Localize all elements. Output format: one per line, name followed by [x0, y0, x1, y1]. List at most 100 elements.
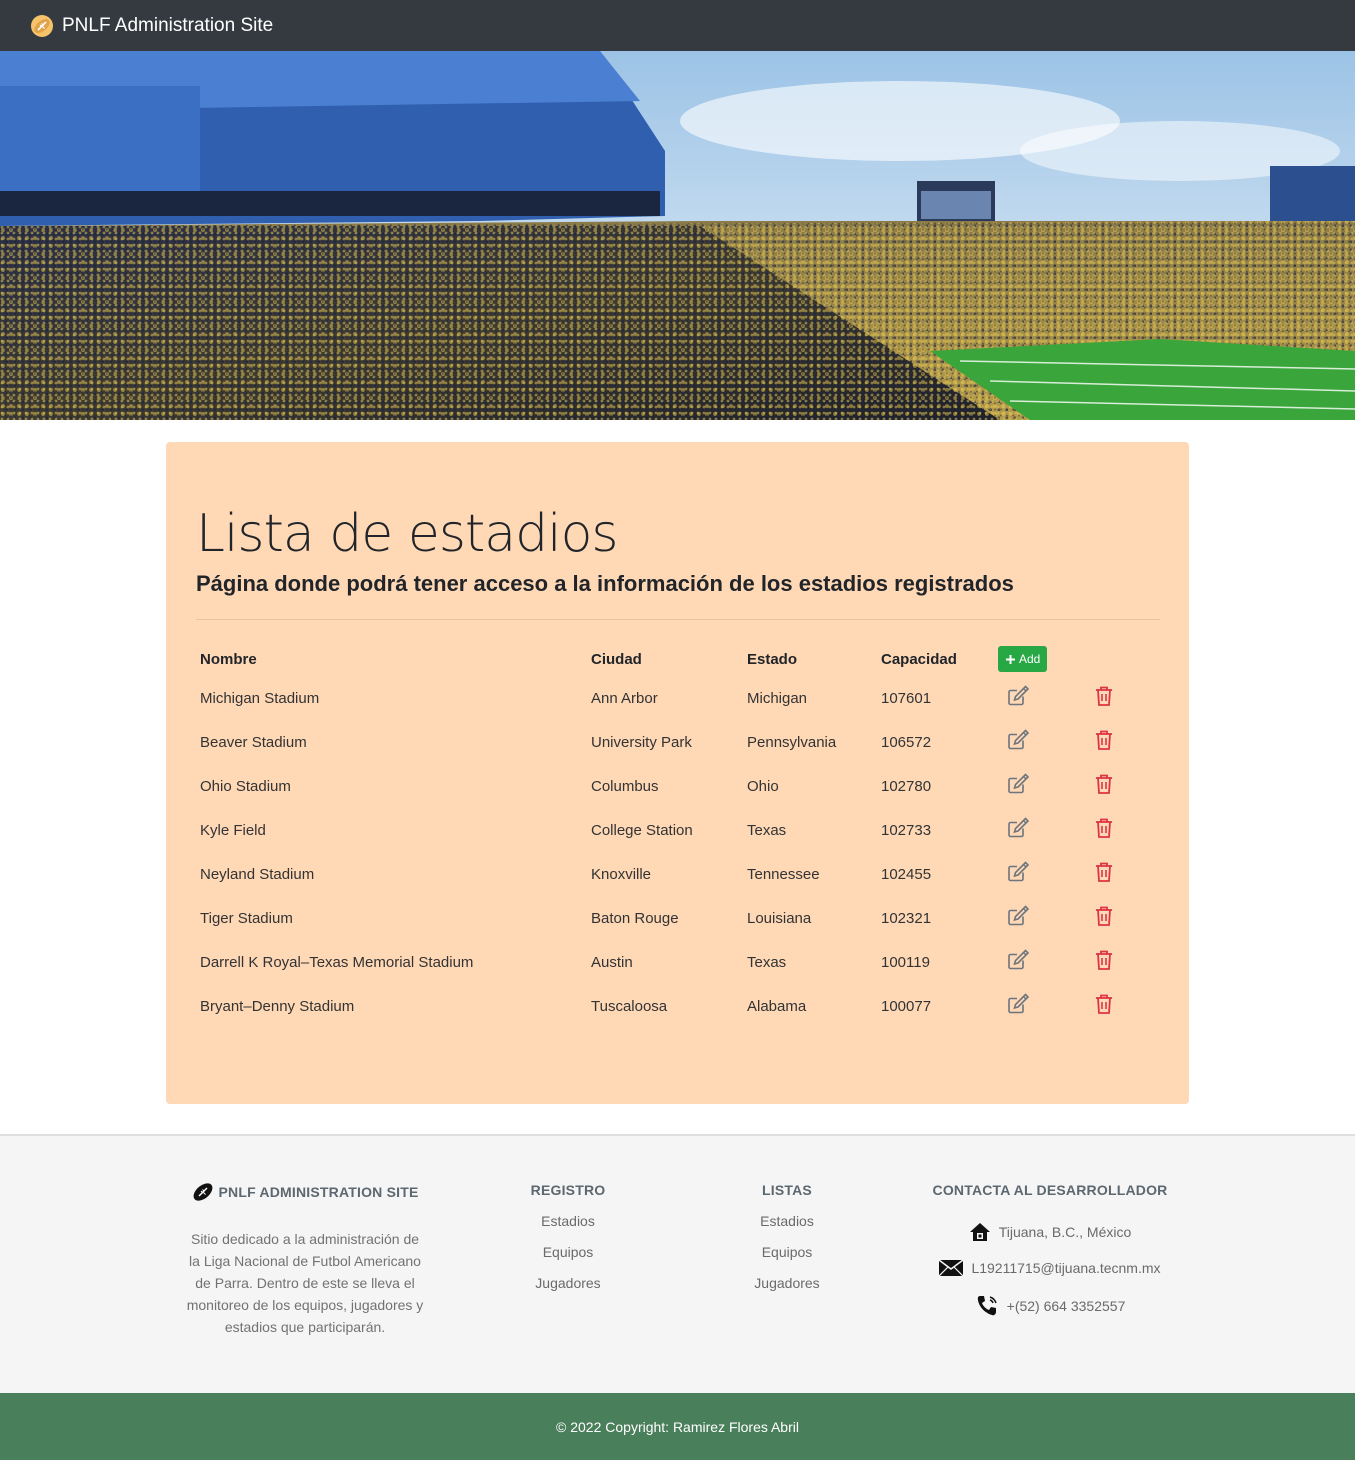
header-add-cell: Add: [994, 642, 1084, 676]
trash-icon[interactable]: [1092, 904, 1116, 928]
contact-email-link[interactable]: L19211715@tijuana.tecnm.mx: [971, 1260, 1160, 1276]
cell-name: Neyland Stadium: [200, 865, 315, 883]
trash-icon[interactable]: [1092, 684, 1116, 708]
trash-icon[interactable]: [1092, 992, 1116, 1016]
hero-banner: [0, 51, 1355, 420]
footer-listas-heading: LISTAS: [762, 1182, 812, 1198]
football-icon: [194, 1183, 213, 1201]
footer-registro-heading: REGISTRO: [530, 1182, 606, 1198]
edit-icon[interactable]: [1006, 948, 1030, 972]
edit-icon[interactable]: [1006, 772, 1030, 796]
edit-icon[interactable]: [1006, 684, 1030, 708]
cell-edit: [994, 676, 1084, 720]
table-row: Ohio Stadium Columbus Ohio 102780: [196, 764, 1144, 808]
cell-delete: [1084, 808, 1144, 852]
page-title: Lista de estadios: [196, 504, 619, 564]
table-row: Neyland Stadium Knoxville Tennessee 102455: [196, 852, 1144, 896]
footer-about-heading-text: PNLF ADMINISTRATION SITE: [218, 1184, 419, 1200]
trash-icon[interactable]: [1092, 860, 1116, 884]
footer-listas-link-equipos[interactable]: Equipos: [727, 1244, 847, 1260]
footer: PNLF ADMINISTRATION SITE Sitio dedicado …: [0, 1134, 1355, 1393]
footer-contact: CONTACTA AL DESARROLLADOR Tijuana, B.C.,…: [920, 1182, 1180, 1318]
cell-edit: [994, 984, 1084, 1028]
edit-icon[interactable]: [1006, 904, 1030, 928]
top-navbar: PNLF Administration Site: [0, 0, 1355, 51]
footer-about-text: Sitio dedicado a la administración de la…: [186, 1231, 424, 1335]
table-row: Tiger Stadium Baton Rouge Louisiana 102321: [196, 896, 1144, 940]
cell-state: Texas: [747, 821, 787, 839]
cell-edit: [994, 896, 1084, 940]
add-stadium-button[interactable]: Add: [998, 646, 1048, 672]
brand-link[interactable]: PNLF Administration Site: [30, 14, 273, 38]
footer-listas-link-estadios[interactable]: Estadios: [727, 1213, 847, 1229]
cell-city: Columbus: [591, 777, 659, 795]
cell-delete: [1084, 764, 1144, 808]
cell-capacity: 106572: [881, 733, 932, 751]
footer-registro-link-estadios[interactable]: Estadios: [508, 1213, 628, 1229]
footer-listas-link-jugadores[interactable]: Jugadores: [727, 1275, 847, 1291]
cell-capacity: 102455: [881, 865, 932, 883]
trash-icon[interactable]: [1092, 816, 1116, 840]
table-row: Beaver Stadium University Park Pennsylvani…: [196, 720, 1144, 764]
footer-about-heading: PNLF ADMINISTRATION SITE: [185, 1180, 425, 1204]
header-city: Ciudad: [591, 650, 642, 668]
table-row: Kyle Field College Station Texas 102733: [196, 808, 1144, 852]
footer-contact-heading: CONTACTA AL DESARROLLADOR: [932, 1182, 1168, 1198]
cell-state: Louisiana: [747, 909, 812, 927]
cell-name: Bryant–Denny Stadium: [200, 997, 355, 1015]
phone-icon: [977, 1296, 997, 1316]
football-icon: [31, 14, 53, 37]
contact-address-text: Tijuana, B.C., México: [998, 1224, 1132, 1240]
edit-icon[interactable]: [1006, 860, 1030, 884]
brand-text: PNLF Administration Site: [62, 14, 274, 36]
cell-delete: [1084, 940, 1144, 984]
page-subtitle: Página donde podrá tener acceso a la inf…: [196, 571, 1014, 596]
header-name: Nombre: [200, 650, 257, 668]
cell-delete: [1084, 720, 1144, 764]
contact-address: Tijuana, B.C., México: [920, 1222, 1180, 1242]
cell-city: Austin: [591, 953, 633, 971]
trash-icon[interactable]: [1092, 772, 1116, 796]
cell-city: Ann Arbor: [591, 689, 658, 707]
cell-state: Alabama: [747, 997, 807, 1015]
cell-capacity: 102321: [881, 909, 932, 927]
table-row: Darrell K Royal–Texas Memorial Stadium Au…: [196, 940, 1144, 984]
cell-capacity: 102780: [881, 777, 932, 795]
cell-edit: [994, 940, 1084, 984]
header-capacity: Capacidad: [881, 650, 957, 668]
table-row: Bryant–Denny Stadium Tuscaloosa Alabama 100…: [196, 984, 1144, 1028]
cell-state: Ohio: [747, 777, 779, 795]
footer-registro: REGISTRO Estadios Equipos Jugadores: [508, 1182, 628, 1291]
cell-edit: [994, 808, 1084, 852]
copyright-text: © 2022 Copyright: Ramirez Flores Abril: [556, 1418, 799, 1435]
cell-city: Baton Rouge: [591, 909, 679, 927]
cell-state: Tennessee: [747, 865, 820, 883]
cell-name: Darrell K Royal–Texas Memorial Stadium: [200, 953, 474, 971]
cell-name: Beaver Stadium: [200, 733, 307, 751]
cell-name: Michigan Stadium: [200, 689, 320, 707]
cell-state: Texas: [747, 953, 787, 971]
trash-icon[interactable]: [1092, 728, 1116, 752]
trash-icon[interactable]: [1092, 948, 1116, 972]
cell-edit: [994, 852, 1084, 896]
cell-capacity: 100119: [881, 953, 930, 971]
cell-delete: [1084, 852, 1144, 896]
footer-about: PNLF ADMINISTRATION SITE Sitio dedicado …: [185, 1180, 425, 1338]
stadium-crowd-image: [0, 51, 1355, 420]
edit-icon[interactable]: [1006, 816, 1030, 840]
footer-registro-link-jugadores[interactable]: Jugadores: [508, 1275, 628, 1291]
contact-email: L19211715@tijuana.tecnm.mx: [920, 1260, 1180, 1276]
table-row: Michigan Stadium Ann Arbor Michigan 107601: [196, 676, 1144, 720]
table-body: Michigan Stadium Ann Arbor Michigan 107601 B…: [196, 676, 1144, 1028]
cell-city: Tuscaloosa: [591, 997, 668, 1015]
plus-icon: [1006, 654, 1015, 664]
cell-delete: [1084, 984, 1144, 1028]
table-header-row: Nombre Ciudad Estado Capacidad Add: [196, 642, 1144, 676]
cell-name: Ohio Stadium: [200, 777, 291, 795]
edit-icon[interactable]: [1006, 992, 1030, 1016]
header-state: Estado: [747, 650, 798, 668]
edit-icon[interactable]: [1006, 728, 1030, 752]
footer-registro-link-equipos[interactable]: Equipos: [508, 1244, 628, 1260]
cell-name: Tiger Stadium: [200, 909, 293, 927]
contact-phone-text: +(52) 664 3352557: [1006, 1298, 1126, 1314]
